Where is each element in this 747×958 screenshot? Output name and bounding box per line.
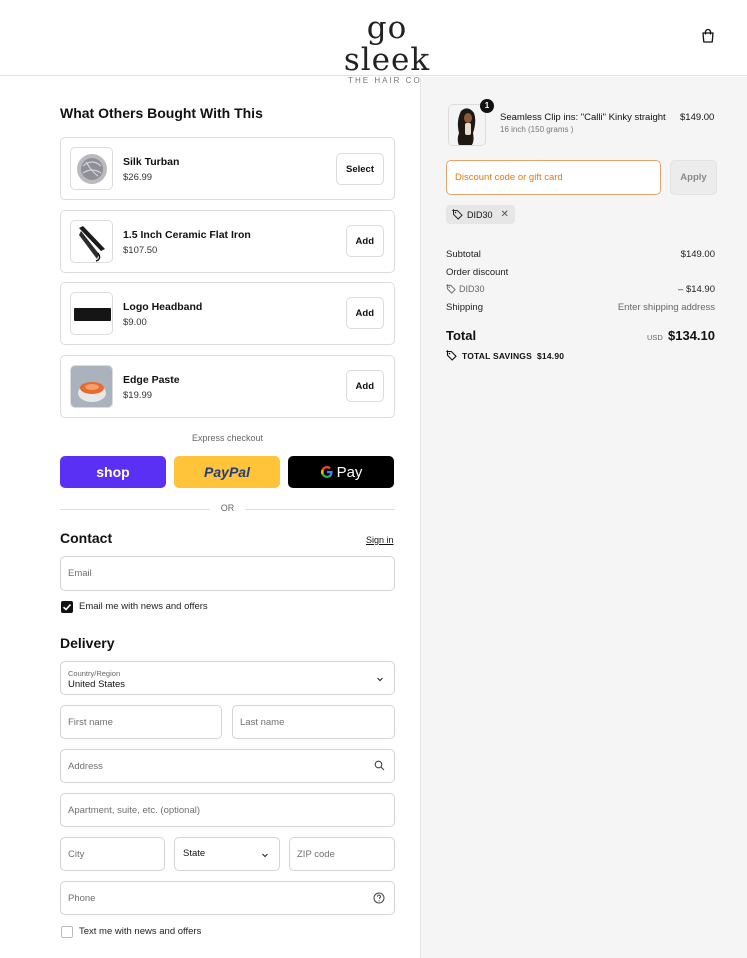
store-logo[interactable]: go sleek THE HAIR CO.	[322, 12, 452, 85]
tag-icon	[446, 284, 456, 294]
total-value: $134.10	[668, 328, 715, 343]
silk-turban-image	[77, 154, 107, 184]
tag-icon	[446, 350, 457, 361]
phone-field[interactable]	[60, 881, 395, 915]
savings-label: TOTAL SAVINGS	[462, 350, 532, 361]
paypal-logo: PayPal	[204, 464, 250, 480]
remove-discount-icon[interactable]: ✕	[501, 209, 509, 220]
headband-image	[74, 308, 111, 321]
google-g-icon	[320, 466, 333, 478]
delivery-title: Delivery	[60, 635, 115, 651]
paypal-button[interactable]: PayPal	[174, 456, 280, 488]
subtotal-value: $149.00	[680, 249, 715, 260]
search-icon[interactable]	[374, 760, 385, 771]
upsell-item-price: $26.99	[123, 172, 153, 183]
product-variant: 16 inch (150 grams )	[500, 125, 574, 134]
discount-chip-code: DID30	[467, 209, 493, 220]
select-button[interactable]: Select	[336, 153, 384, 185]
contact-title: Contact	[60, 530, 113, 546]
shop-pay-logo: shop	[96, 464, 130, 480]
upsell-item: Silk Turban $26.99 Select	[60, 137, 395, 200]
quantity-badge: 1	[480, 99, 494, 113]
chevron-down-icon	[377, 677, 383, 682]
product-price: $149.00	[680, 112, 715, 123]
email-news-checkbox[interactable]	[61, 601, 73, 613]
flat-iron-image	[79, 226, 105, 262]
email-field[interactable]	[60, 556, 395, 591]
upsell-item-price: $19.99	[123, 390, 153, 401]
city-field[interactable]	[60, 837, 165, 871]
total-label: Total	[446, 328, 477, 343]
product-thumbnail	[70, 147, 113, 190]
edge-paste-image	[71, 366, 112, 407]
express-checkout-label: Express checkout	[191, 433, 264, 443]
total-savings: TOTAL SAVINGS $14.90	[446, 350, 564, 361]
product-name: Seamless Clip ins: "Calli" Kinky straigh…	[500, 112, 666, 123]
subtotal-label: Subtotal	[446, 249, 481, 260]
shipping-value: Enter shipping address	[617, 302, 715, 313]
shop-pay-button[interactable]: shop	[60, 456, 166, 488]
sms-news-checkbox[interactable]	[61, 926, 73, 938]
product-thumbnail	[70, 292, 113, 335]
upsell-item-price: $9.00	[123, 317, 147, 328]
shipping-label: Shipping	[446, 302, 483, 313]
google-pay-button[interactable]: Pay	[288, 456, 394, 488]
upsell-item: Edge Paste $19.99 Add	[60, 355, 395, 418]
google-pay-label: Pay	[336, 463, 363, 481]
country-label: Country/Region	[68, 669, 121, 678]
order-discount-label: Order discount	[446, 267, 509, 278]
shopping-bag-icon[interactable]	[700, 28, 716, 44]
chevron-down-icon	[262, 853, 268, 858]
savings-value: $14.90	[536, 350, 565, 361]
checkmark-icon	[62, 603, 72, 611]
apartment-field[interactable]	[60, 793, 395, 827]
upsell-item-name: Silk Turban	[123, 156, 180, 168]
country-value: United States	[68, 679, 126, 690]
currency-code: USD	[647, 333, 663, 342]
last-name-field[interactable]	[232, 705, 395, 739]
header: go sleek THE HAIR CO.	[0, 0, 747, 85]
state-label: State	[183, 848, 206, 859]
upsell-item-name: Edge Paste	[123, 374, 180, 386]
help-circle-icon[interactable]	[373, 892, 385, 904]
upsell-title: What Others Bought With This	[60, 105, 263, 121]
sms-news-label: Text me with news and offers	[79, 926, 202, 937]
add-button[interactable]: Add	[345, 225, 384, 257]
discount-code-note: DID30	[459, 284, 485, 294]
product-thumbnail	[448, 104, 486, 146]
zip-field[interactable]	[289, 837, 395, 871]
or-divider: OR	[60, 502, 395, 516]
or-label: OR	[220, 503, 235, 513]
upsell-item: Logo Headband $9.00 Add	[60, 282, 395, 345]
upsell-item-name: Logo Headband	[123, 301, 203, 313]
tag-icon	[452, 209, 463, 220]
upsell-item-name: 1.5 Inch Ceramic Flat Iron	[123, 229, 251, 241]
email-news-label: Email me with news and offers	[79, 601, 208, 612]
product-thumbnail	[70, 365, 113, 408]
discount-code-field[interactable]	[446, 160, 661, 195]
discount-value: – $14.90	[678, 284, 715, 295]
apply-button[interactable]: Apply	[670, 160, 717, 195]
clip-ins-image	[449, 105, 485, 145]
first-name-field[interactable]	[60, 705, 222, 739]
discount-chip: DID30 ✕	[446, 205, 515, 224]
logo-wordmark: go sleek	[343, 10, 431, 78]
upsell-item: 1.5 Inch Ceramic Flat Iron $107.50 Add	[60, 210, 395, 273]
add-button[interactable]: Add	[345, 297, 384, 329]
product-thumbnail	[70, 220, 113, 263]
country-select[interactable]: Country/Region United States	[60, 661, 395, 695]
address-field[interactable]	[60, 749, 395, 783]
add-button[interactable]: Add	[345, 370, 384, 402]
sign-in-link[interactable]: Sign in	[366, 535, 394, 545]
upsell-item-price: $107.50	[123, 245, 158, 256]
state-select[interactable]: State	[174, 837, 280, 871]
